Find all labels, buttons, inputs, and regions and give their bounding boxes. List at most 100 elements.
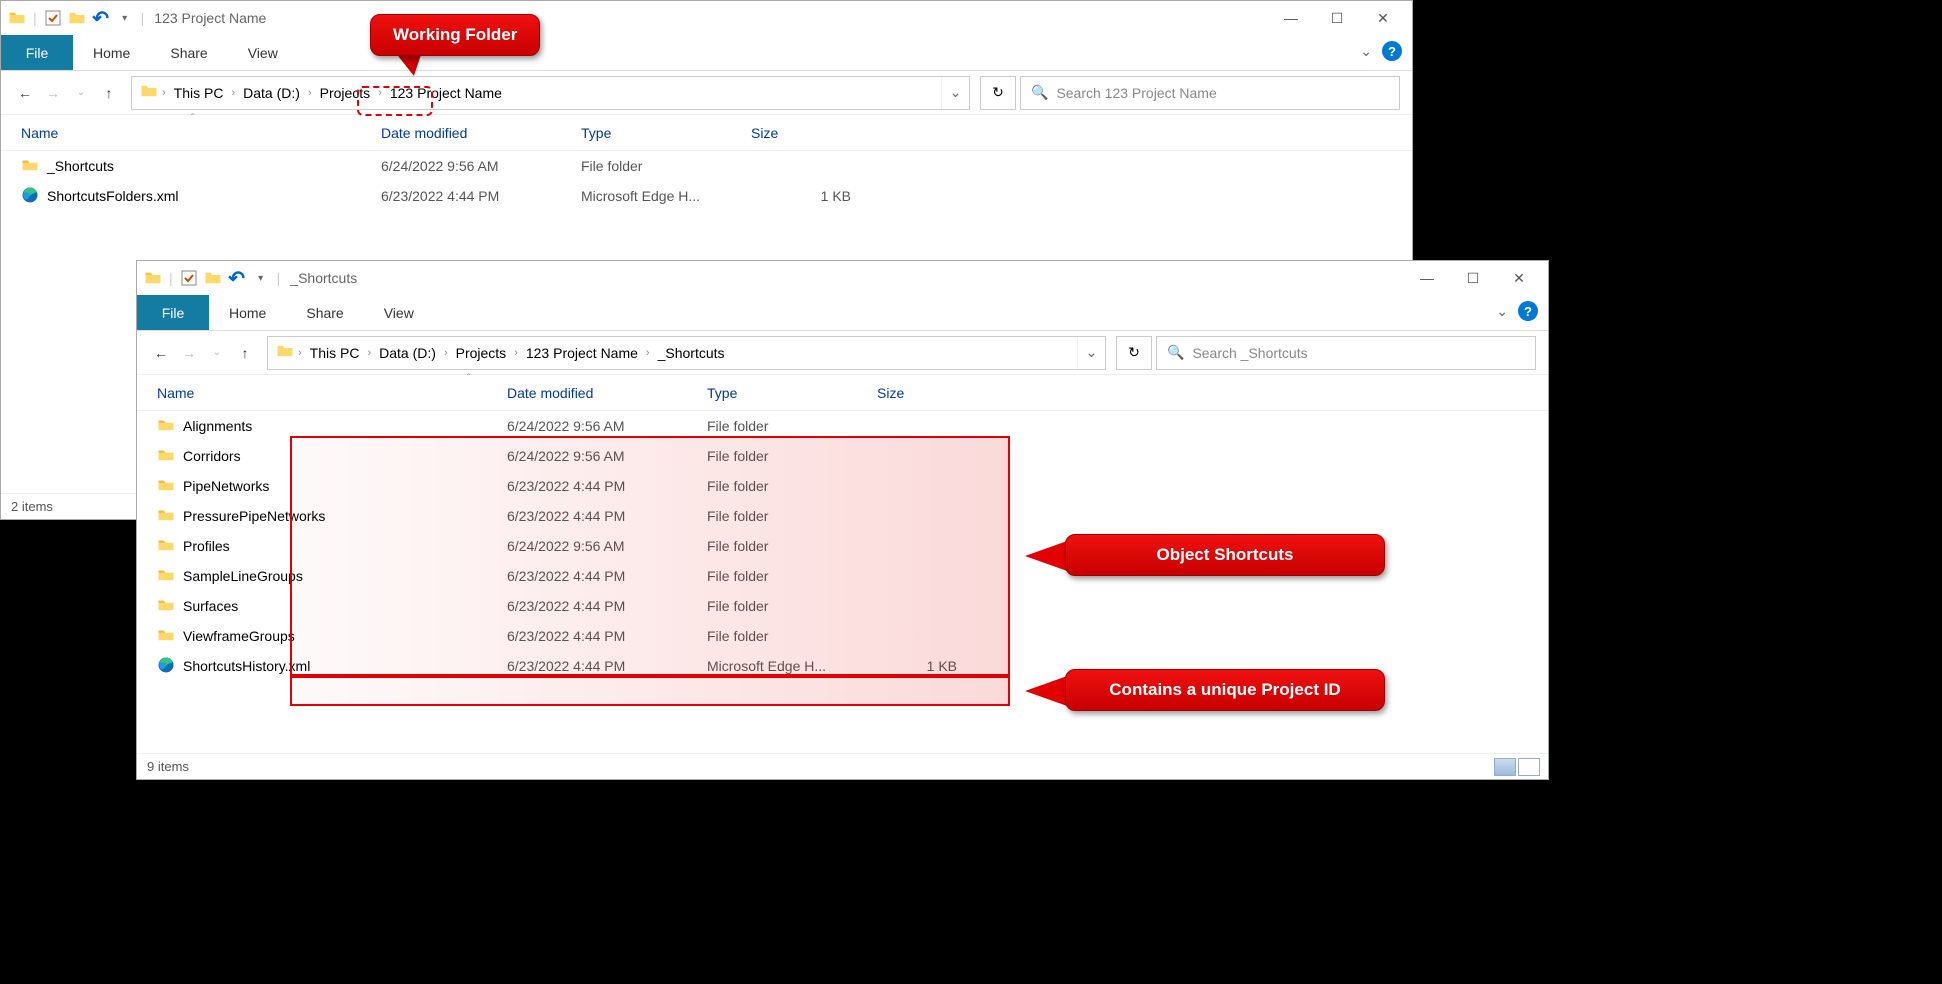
- table-row[interactable]: Corridors6/24/2022 9:56 AMFile folder: [137, 441, 1548, 471]
- table-row[interactable]: _Shortcuts6/24/2022 9:56 AMFile folder: [1, 151, 1412, 181]
- maximize-button[interactable]: ☐: [1450, 263, 1496, 293]
- forward-button[interactable]: →: [177, 341, 201, 365]
- file-date: 6/24/2022 9:56 AM: [507, 538, 707, 554]
- table-row[interactable]: ShortcutsFolders.xml 6/23/2022 4:44 PMMic…: [1, 181, 1412, 211]
- chevron-right-icon[interactable]: ›: [646, 347, 650, 359]
- separator: |: [169, 270, 173, 286]
- folder-icon[interactable]: [203, 268, 223, 288]
- icons-view-icon[interactable]: [1518, 758, 1540, 776]
- view-tab[interactable]: View: [364, 295, 434, 330]
- minimize-button[interactable]: —: [1268, 3, 1314, 33]
- close-button[interactable]: ✕: [1496, 263, 1542, 293]
- search-icon: 🔍: [1031, 84, 1048, 101]
- column-header-type[interactable]: Type: [707, 385, 877, 401]
- refresh-button[interactable]: ↻: [980, 76, 1016, 110]
- file-date: 6/24/2022 9:56 AM: [507, 448, 707, 464]
- refresh-button[interactable]: ↻: [1116, 336, 1152, 370]
- breadcrumb-item[interactable]: This PC: [306, 343, 364, 363]
- history-dropdown-icon[interactable]: ⌄: [69, 81, 93, 105]
- table-row[interactable]: ViewframeGroups6/23/2022 4:44 PMFile fol…: [137, 621, 1548, 651]
- address-dropdown-icon[interactable]: ⌄: [941, 77, 969, 109]
- folder-icon[interactable]: [67, 8, 87, 28]
- address-dropdown-icon[interactable]: ⌄: [1077, 337, 1105, 369]
- chevron-right-icon[interactable]: ›: [308, 87, 312, 99]
- file-type: File folder: [707, 508, 877, 524]
- titlebar[interactable]: | ↶ ▾ | _Shortcuts — ☐ ✕: [137, 261, 1548, 295]
- search-input[interactable]: 🔍 Search _Shortcuts: [1156, 336, 1536, 370]
- file-date: 6/23/2022 4:44 PM: [381, 188, 581, 204]
- qat-dropdown-icon[interactable]: ▾: [251, 268, 271, 288]
- window-controls: — ☐ ✕: [1268, 3, 1406, 33]
- table-row[interactable]: Surfaces6/23/2022 4:44 PMFile folder: [137, 591, 1548, 621]
- titlebar[interactable]: | ↶ ▾ | 123 Project Name — ☐ ✕: [1, 1, 1412, 35]
- up-button[interactable]: ↑: [97, 81, 121, 105]
- home-tab[interactable]: Home: [209, 295, 286, 330]
- folder-icon: [143, 268, 163, 288]
- help-icon[interactable]: ?: [1518, 301, 1538, 321]
- file-tab[interactable]: File: [137, 295, 209, 330]
- breadcrumb-item[interactable]: Projects: [316, 83, 375, 103]
- table-row[interactable]: PipeNetworks6/23/2022 4:44 PMFile folder: [137, 471, 1548, 501]
- breadcrumb-item[interactable]: Data (D:): [239, 83, 304, 103]
- column-header-date[interactable]: Date modified: [381, 125, 581, 141]
- maximize-button[interactable]: ☐: [1314, 3, 1360, 33]
- column-header-name[interactable]: Name: [157, 385, 507, 401]
- share-tab[interactable]: Share: [286, 295, 363, 330]
- chevron-right-icon[interactable]: ›: [378, 87, 382, 99]
- chevron-right-icon[interactable]: ›: [231, 87, 235, 99]
- checkbox-icon[interactable]: [179, 268, 199, 288]
- table-row[interactable]: Alignments6/24/2022 9:56 AMFile folder: [137, 411, 1548, 441]
- search-input[interactable]: 🔍 Search 123 Project Name: [1020, 76, 1400, 110]
- forward-button[interactable]: →: [41, 81, 65, 105]
- file-tab[interactable]: File: [1, 35, 73, 70]
- home-tab[interactable]: Home: [73, 35, 150, 70]
- column-header-date[interactable]: Date modified: [507, 385, 707, 401]
- view-tab[interactable]: View: [228, 35, 298, 70]
- column-header-size[interactable]: Size: [751, 125, 871, 141]
- chevron-right-icon[interactable]: ›: [514, 347, 518, 359]
- minimize-button[interactable]: —: [1404, 263, 1450, 293]
- breadcrumb-item[interactable]: Projects: [452, 343, 511, 363]
- chevron-right-icon[interactable]: ›: [444, 347, 448, 359]
- close-button[interactable]: ✕: [1360, 3, 1406, 33]
- back-button[interactable]: ←: [13, 81, 37, 105]
- breadcrumb-item[interactable]: 123 Project Name: [522, 343, 642, 363]
- folder-icon: [157, 536, 175, 557]
- file-date: 6/23/2022 4:44 PM: [507, 508, 707, 524]
- file-name: SampleLineGroups: [183, 568, 303, 584]
- table-row[interactable]: PressurePipeNetworks6/23/2022 4:44 PMFil…: [137, 501, 1548, 531]
- help-icon[interactable]: ?: [1382, 41, 1402, 61]
- breadcrumb-item[interactable]: _Shortcuts: [654, 343, 729, 363]
- breadcrumb-item[interactable]: This PC: [170, 83, 228, 103]
- back-button[interactable]: ←: [149, 341, 173, 365]
- column-header-type[interactable]: Type: [581, 125, 751, 141]
- undo-icon[interactable]: ↶: [227, 268, 247, 288]
- column-header-name[interactable]: Name: [21, 125, 381, 141]
- file-type: File folder: [707, 538, 877, 554]
- breadcrumb-item[interactable]: 123 Project Name: [386, 83, 506, 103]
- share-tab[interactable]: Share: [150, 35, 227, 70]
- file-name: _Shortcuts: [47, 158, 114, 174]
- history-dropdown-icon[interactable]: ⌄: [205, 341, 229, 365]
- address-bar[interactable]: › This PC › Data (D:) › Projects › 123 P…: [131, 76, 970, 110]
- file-name: ShortcutsFolders.xml: [47, 188, 178, 204]
- item-count: 2 items: [11, 499, 53, 514]
- column-header-size[interactable]: Size: [877, 385, 977, 401]
- sort-indicator-icon: ˆ: [467, 373, 470, 384]
- undo-icon[interactable]: ↶: [91, 8, 111, 28]
- ribbon-collapse-icon[interactable]: ⌄: [1360, 43, 1372, 60]
- up-button[interactable]: ↑: [233, 341, 257, 365]
- file-type: Microsoft Edge H...: [581, 188, 751, 204]
- ribbon-collapse-icon[interactable]: ⌄: [1496, 303, 1508, 320]
- chevron-right-icon[interactable]: ›: [367, 347, 371, 359]
- breadcrumb-item[interactable]: Data (D:): [375, 343, 440, 363]
- chevron-right-icon[interactable]: ›: [298, 347, 302, 359]
- address-bar[interactable]: › This PC › Data (D:) › Projects › 123 P…: [267, 336, 1106, 370]
- edge-icon: [21, 186, 39, 207]
- qat-dropdown-icon[interactable]: ▾: [115, 8, 135, 28]
- folder-icon: [157, 596, 175, 617]
- checkbox-icon[interactable]: [43, 8, 63, 28]
- navbar: ← → ⌄ ↑ › This PC › Data (D:) › Projects…: [137, 331, 1548, 375]
- chevron-right-icon[interactable]: ›: [162, 87, 166, 99]
- details-view-icon[interactable]: [1494, 758, 1516, 776]
